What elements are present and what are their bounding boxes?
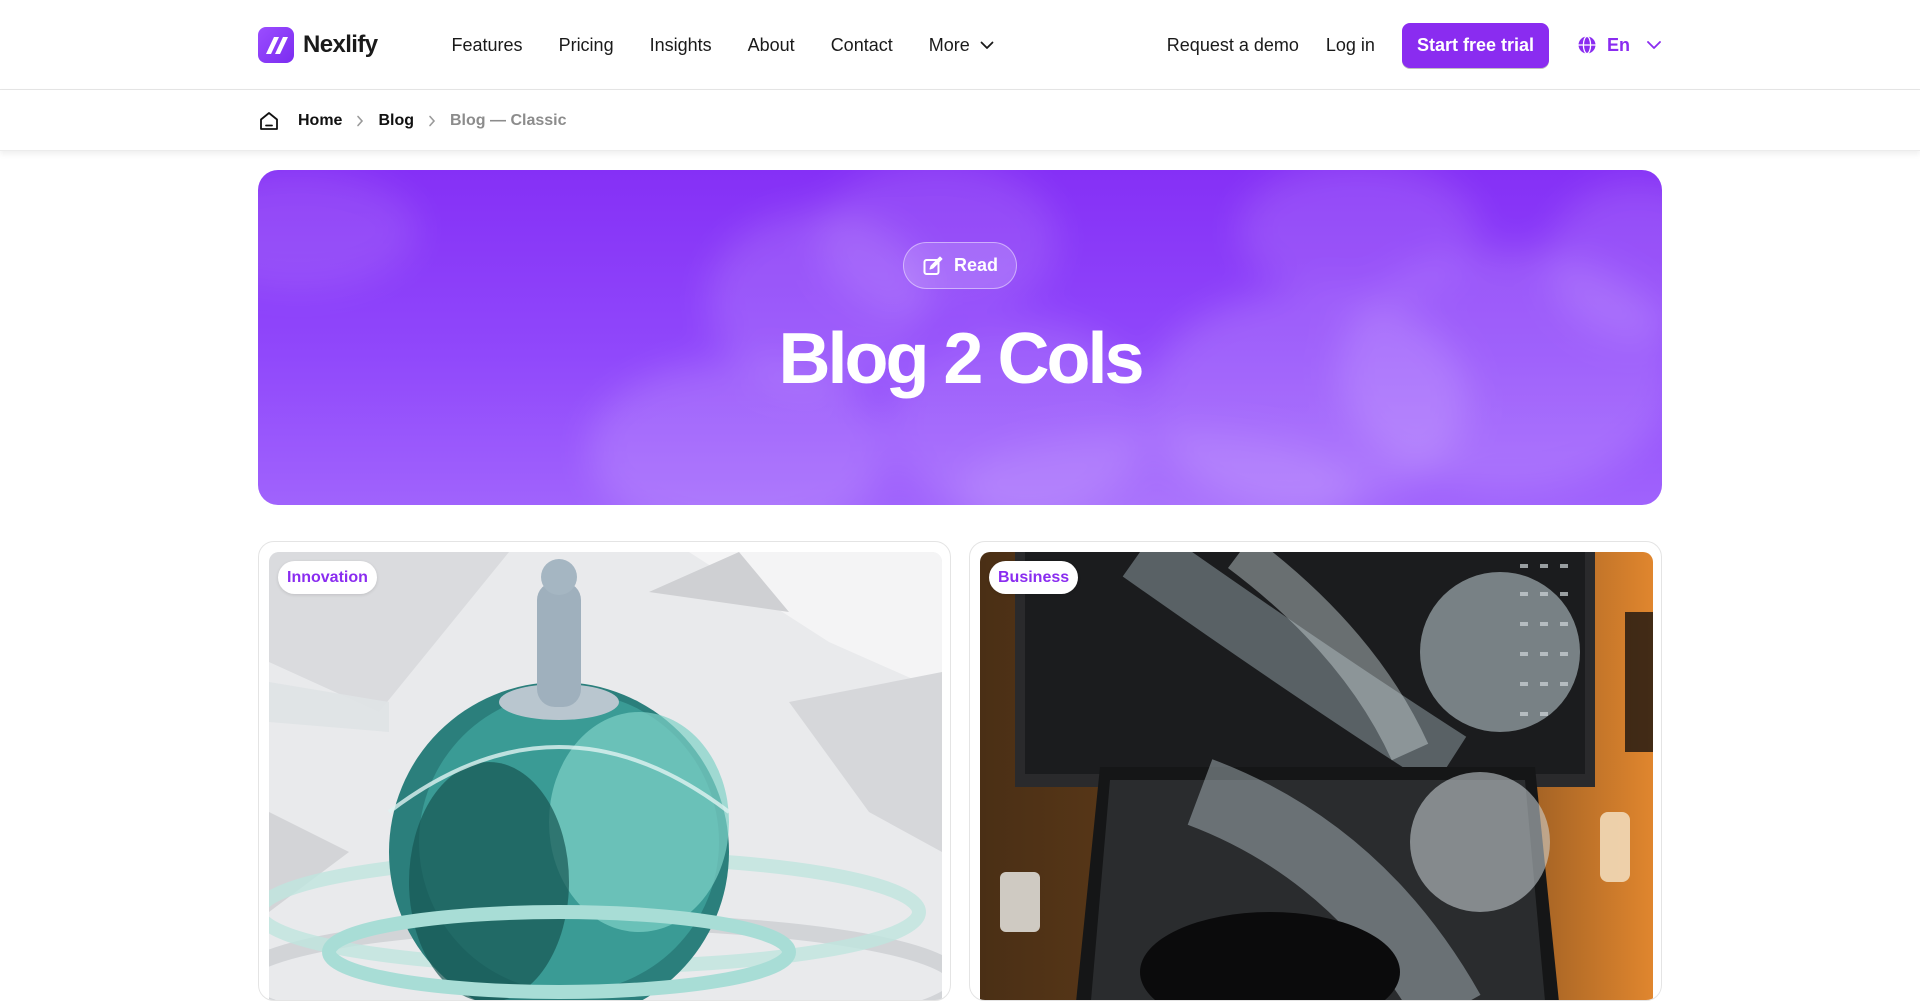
nav-item-more[interactable]: More [929,35,994,56]
header-actions: Request a demo Log in Start free trial E… [1167,22,1662,68]
site-header: Nexlify Features Pricing Insights About … [0,0,1920,90]
breadcrumb-current: Blog — Classic [450,111,567,129]
brand-name: Nexlify [303,31,378,58]
hero-banner: Read Blog 2 Cols [258,170,1662,505]
post-card[interactable]: Business [969,541,1662,1001]
nav-item-contact[interactable]: Contact [831,35,893,56]
start-free-trial-button[interactable]: Start free trial [1401,22,1549,68]
breadcrumb-blog[interactable]: Blog [378,112,414,130]
language-selector[interactable]: En [1577,35,1662,56]
breadcrumb-bar: Home Blog Blog — Classic [0,90,1920,151]
edit-icon [923,256,943,275]
post-image[interactable] [269,552,942,1000]
nav-item-about[interactable]: About [748,35,795,56]
breadcrumb-home[interactable]: Home [298,112,342,130]
chevron-down-icon [980,41,994,49]
brand-logo[interactable]: Nexlify [258,27,378,63]
chevron-right-icon [428,115,436,127]
chevron-down-icon [1647,41,1661,49]
category-tag[interactable]: Innovation [278,561,377,594]
request-demo-link[interactable]: Request a demo [1167,35,1299,56]
nav-item-pricing[interactable]: Pricing [559,35,614,56]
hero-badge-label: Read [953,255,999,275]
globe-icon [1578,35,1596,55]
post-card[interactable]: Innovation [258,541,951,1001]
nav-item-insights[interactable]: Insights [650,35,712,56]
nav-item-features[interactable]: Features [452,35,523,56]
home-icon[interactable] [258,110,280,132]
chevron-right-icon [356,115,364,127]
language-label: En [1606,34,1630,55]
main-nav: Features Pricing Insights About Contact … [452,35,994,56]
nexlify-logo-icon [258,27,294,63]
hero-badge: Read [902,242,1018,289]
breadcrumb: Home Blog Blog — Classic [258,90,566,151]
page-title: Blog 2 Cols [778,319,1144,399]
nav-item-more-label: More [928,34,970,55]
post-image[interactable] [980,552,1653,1000]
category-tag[interactable]: Business [989,561,1079,594]
login-link[interactable]: Log in [1326,35,1375,56]
